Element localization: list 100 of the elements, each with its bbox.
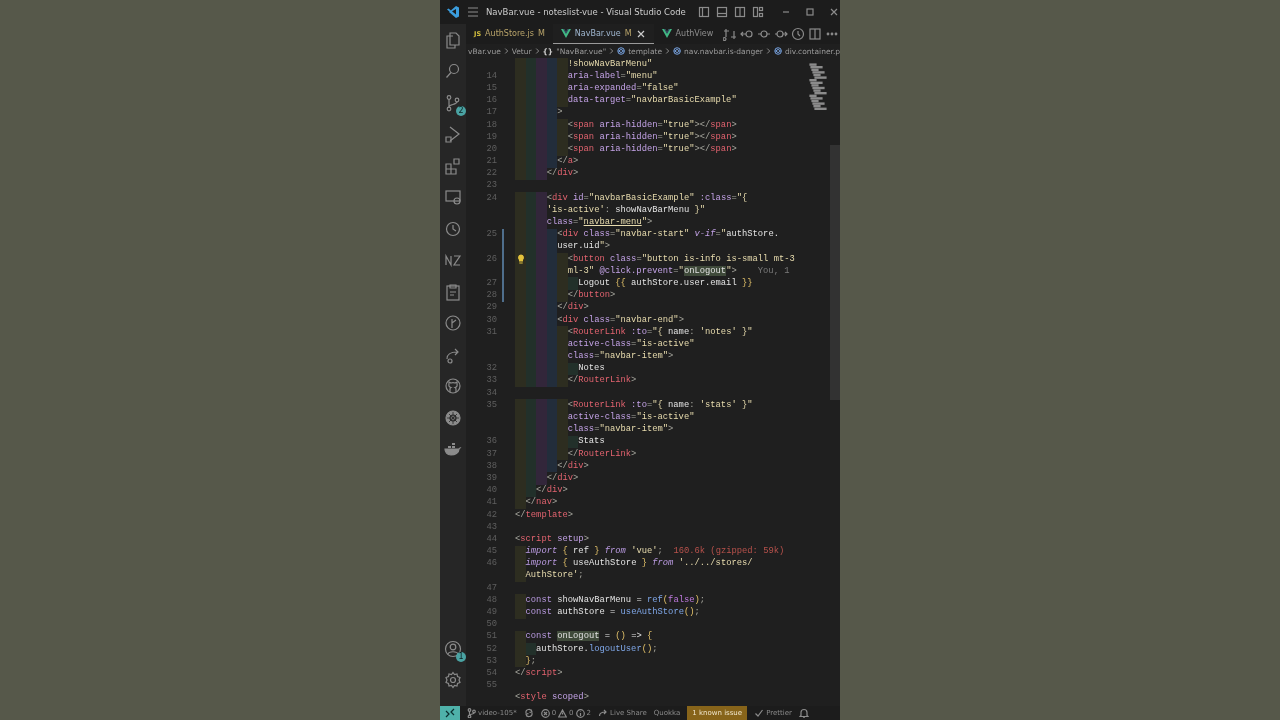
indent-rainbow bbox=[515, 277, 579, 290]
files-icon[interactable] bbox=[444, 30, 462, 49]
bell-icon[interactable] bbox=[798, 708, 809, 718]
warning-icon bbox=[558, 708, 568, 718]
close-icon[interactable] bbox=[635, 28, 646, 39]
code-line: 'is-active': showNavBarMenu }" bbox=[546, 204, 706, 216]
remote-button[interactable] bbox=[440, 706, 460, 720]
indent-rainbow bbox=[515, 423, 568, 436]
code-line: <script setup> bbox=[515, 533, 589, 545]
split-editor-icon[interactable] bbox=[808, 27, 823, 41]
indent-rainbow bbox=[515, 435, 579, 448]
code-line: > bbox=[557, 107, 563, 119]
code-line: </RouterLink> bbox=[567, 375, 637, 387]
code-line: </template> bbox=[515, 509, 574, 521]
indent-rainbow bbox=[515, 228, 558, 241]
extensions-icon[interactable] bbox=[444, 156, 462, 175]
editor-tab[interactable]: AuthView bbox=[653, 24, 722, 44]
code-line: <RouterLink :to="{ name: 'stats' }" bbox=[567, 399, 753, 411]
code-line: Logout {{ authStore.user.email }} bbox=[578, 277, 753, 289]
settings-icon[interactable] bbox=[444, 671, 462, 690]
code-line: <RouterLink :to="{ name: 'notes' }" bbox=[567, 326, 753, 338]
code-line: </nav> bbox=[525, 497, 558, 509]
timeline-icon[interactable] bbox=[444, 314, 462, 333]
count-badge: 2 bbox=[456, 105, 466, 116]
line-number: 39 bbox=[486, 472, 497, 483]
monitor-icon[interactable] bbox=[444, 188, 462, 207]
indent-rainbow bbox=[515, 106, 558, 119]
indent-rainbow bbox=[515, 118, 568, 132]
indent-rainbow bbox=[515, 70, 568, 83]
line-number: 29 bbox=[486, 302, 497, 313]
indent-rainbow bbox=[515, 155, 558, 168]
indent-rainbow bbox=[515, 58, 568, 71]
code-line: </div> bbox=[536, 485, 568, 497]
run-icon[interactable] bbox=[444, 125, 462, 144]
indent-rainbow bbox=[515, 362, 579, 375]
blame-annotation: You, 1 bbox=[757, 265, 790, 277]
whale-icon[interactable] bbox=[444, 440, 462, 459]
indent-rainbow bbox=[515, 399, 568, 412]
customize-layout-icon[interactable] bbox=[751, 6, 764, 18]
timer-icon[interactable] bbox=[791, 27, 806, 41]
sync-icon[interactable] bbox=[523, 708, 534, 718]
scrollbar-thumb[interactable] bbox=[830, 145, 840, 400]
code-line: class="navbar-menu"> bbox=[546, 217, 653, 229]
line-number: 17 bbox=[486, 107, 497, 118]
line-number: 31 bbox=[486, 326, 497, 337]
zigzag-icon[interactable] bbox=[444, 251, 462, 270]
previous-change-icon[interactable] bbox=[757, 27, 772, 41]
target-icon[interactable] bbox=[444, 219, 462, 238]
code-line: <button class="button is-info is-small mt-3 bbox=[567, 253, 795, 265]
branch-icon[interactable] bbox=[444, 93, 462, 112]
code-line: Stats bbox=[578, 436, 605, 448]
compare-icon[interactable] bbox=[723, 27, 738, 41]
vue-file-icon bbox=[560, 29, 571, 38]
clipboard-icon[interactable] bbox=[444, 282, 462, 301]
code-line: <span aria-hidden="true"></span> bbox=[567, 119, 737, 131]
code-line: aria-expanded="false" bbox=[567, 82, 679, 94]
code-line: </script> bbox=[515, 667, 563, 679]
chevron-icon bbox=[503, 47, 509, 55]
code-line: </div> bbox=[546, 168, 579, 180]
count-badge: 1 bbox=[456, 651, 466, 662]
sidebar-layout-icon[interactable] bbox=[697, 6, 710, 18]
indent-rainbow bbox=[515, 289, 568, 302]
code-line: </RouterLink> bbox=[567, 448, 637, 460]
line-number: 54 bbox=[486, 667, 497, 678]
indent-rainbow bbox=[515, 94, 568, 107]
round-logo-icon[interactable] bbox=[444, 377, 462, 396]
indent-rainbow bbox=[515, 82, 568, 95]
lightbulb-icon[interactable] bbox=[517, 254, 525, 264]
chevron-icon bbox=[609, 47, 614, 55]
code-line: Notes bbox=[578, 363, 605, 375]
code-line: ml-3" @click.prevent="onLogout"> bbox=[567, 265, 737, 277]
line-number: 30 bbox=[486, 314, 497, 325]
chevron-icon bbox=[765, 47, 771, 55]
line-number: 49 bbox=[486, 607, 497, 618]
split-layout-icon[interactable] bbox=[733, 6, 746, 18]
vue-file-icon bbox=[661, 29, 672, 38]
panel-layout-icon[interactable] bbox=[715, 6, 728, 18]
indent-rainbow bbox=[515, 143, 568, 156]
indent-rainbow bbox=[515, 448, 568, 461]
back-icon[interactable] bbox=[740, 27, 755, 41]
wheel-icon[interactable] bbox=[444, 408, 462, 427]
code-line: class="navbar-item"> bbox=[567, 424, 674, 436]
line-number: 50 bbox=[486, 619, 497, 630]
code-line: <style scoped> bbox=[515, 692, 589, 704]
line-number: 18 bbox=[486, 119, 497, 130]
code-line: <div class="navbar-start" v-if="authStore. bbox=[557, 229, 779, 241]
share-icon bbox=[598, 708, 609, 718]
indent-rainbow bbox=[515, 411, 568, 424]
code-line: import { ref } from 'vue'; bbox=[525, 546, 663, 558]
code-line: import { useAuthStore } from '../../stores/ bbox=[525, 558, 753, 570]
code-line: authStore.logoutUser(); bbox=[536, 643, 658, 655]
line-number: 14 bbox=[486, 70, 497, 81]
code-line: AuthStore'; bbox=[525, 570, 584, 582]
line-number: 44 bbox=[486, 533, 497, 544]
code-line: aria-label="menu" bbox=[567, 70, 658, 82]
indent-rainbow bbox=[515, 338, 568, 351]
account-icon[interactable] bbox=[444, 639, 462, 658]
next-change-icon[interactable] bbox=[774, 27, 789, 41]
code-line: <div id="navbarBasicExample" :class="{ bbox=[546, 192, 748, 204]
indent-rainbow bbox=[515, 460, 558, 473]
